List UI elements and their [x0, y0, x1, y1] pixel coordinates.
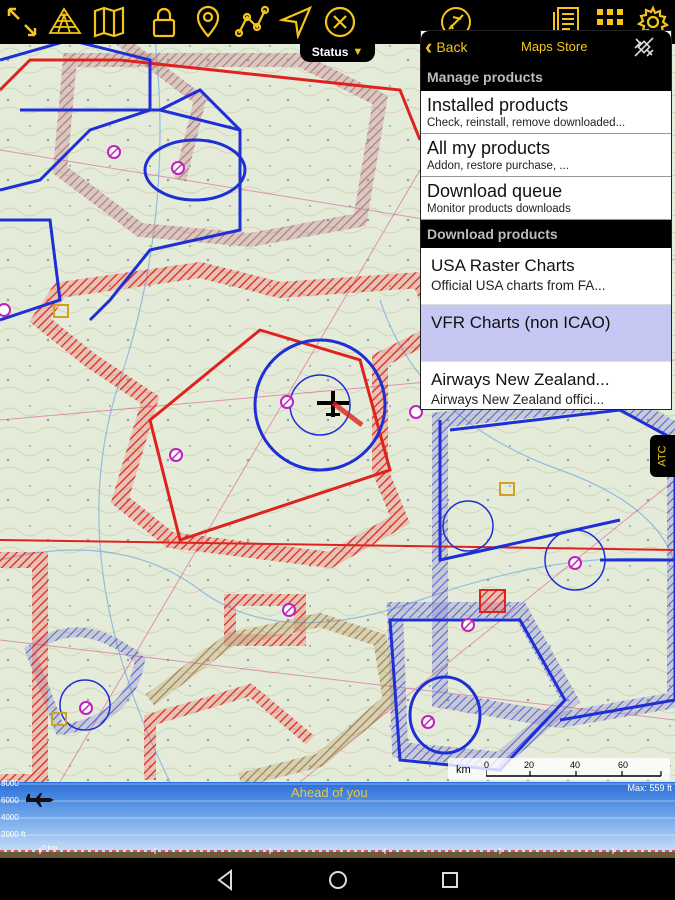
scale-unit: km — [456, 764, 471, 776]
chevron-left-icon: ‹ — [425, 34, 433, 59]
scale-label: 60 — [618, 760, 629, 770]
item-subtitle: Check, reinstall, remove downloaded... — [427, 117, 626, 129]
close-circle-icon[interactable] — [321, 3, 359, 41]
item-title: VFR Charts (non ICAO) — [431, 313, 611, 332]
terrain-icon[interactable] — [46, 3, 84, 41]
pin-icon[interactable] — [189, 3, 227, 41]
ahead-label: Ahead of you — [291, 785, 368, 800]
altitude-label: 8000 — [1, 779, 19, 788]
download-queue-item[interactable]: Download queue Monitor products download… — [421, 177, 671, 220]
item-subtitle: Addon, restore purchase, ... — [427, 160, 569, 172]
distance-label: 0 km — [42, 845, 58, 852]
store-title: Maps Store — [521, 39, 588, 54]
item-title: Airways New Zealand... — [431, 370, 610, 389]
scale-label: 0 — [484, 760, 490, 770]
store-header: ‹ Back Maps Store — [421, 31, 671, 63]
item-title: All my products — [427, 138, 551, 158]
item-title: Installed products — [427, 95, 569, 115]
status-label: Status — [311, 45, 349, 59]
download-products-header: Download products — [421, 220, 671, 248]
recents-square-icon[interactable] — [438, 868, 462, 892]
caret-down-icon: ▼ — [352, 46, 364, 58]
lock-icon[interactable] — [145, 3, 183, 41]
altitude-label: 2000 ft — [1, 830, 26, 839]
manage-products-header: Manage products — [421, 63, 671, 91]
airways-new-zealand-item[interactable]: Airways New Zealand... Airways New Zeala… — [421, 362, 671, 409]
scale-label: 20 — [524, 760, 535, 770]
back-triangle-icon[interactable] — [213, 868, 237, 892]
status-tab[interactable]: Status ▼ — [300, 42, 375, 62]
vertical-profile[interactable]: 8000 6000 4000 2000 ft Ahead of you Max:… — [0, 779, 675, 858]
navigate-icon[interactable] — [277, 3, 315, 41]
item-subtitle: Monitor products downloads — [427, 203, 571, 215]
atc-label: ATC — [656, 445, 669, 467]
all-my-products-item[interactable]: All my products Addon, restore purchase,… — [421, 134, 671, 177]
back-label: Back — [436, 39, 468, 55]
satellite-icon[interactable] — [633, 36, 655, 58]
map-icon[interactable] — [90, 3, 128, 41]
route-icon[interactable] — [233, 3, 271, 41]
item-subtitle: Airways New Zealand offici... — [431, 392, 605, 407]
altitude-label: 6000 — [1, 796, 19, 805]
max-altitude-label: Max: 559 ft — [627, 783, 672, 793]
item-title: USA Raster Charts — [431, 256, 575, 275]
home-circle-icon[interactable] — [326, 868, 350, 892]
item-subtitle: Official USA charts from FA... — [431, 278, 606, 293]
vfr-charts-item[interactable]: VFR Charts (non ICAO) — [421, 305, 671, 362]
maps-store-panel: ‹ Back Maps Store Manage products Instal… — [420, 30, 672, 410]
system-nav-bar — [0, 858, 675, 900]
atc-tab[interactable]: ATC — [650, 435, 675, 477]
back-button[interactable]: ‹ Back — [425, 36, 467, 58]
usa-raster-charts-item[interactable]: USA Raster Charts Official USA charts fr… — [421, 248, 671, 305]
map-scale: km 0 20 40 60 — [448, 758, 670, 780]
installed-products-item[interactable]: Installed products Check, reinstall, rem… — [421, 91, 671, 134]
expand-icon[interactable] — [3, 3, 41, 41]
scale-bar — [486, 770, 662, 777]
item-title: Download queue — [427, 181, 563, 201]
scale-label: 40 — [570, 760, 581, 770]
altitude-label: 4000 — [1, 813, 19, 822]
